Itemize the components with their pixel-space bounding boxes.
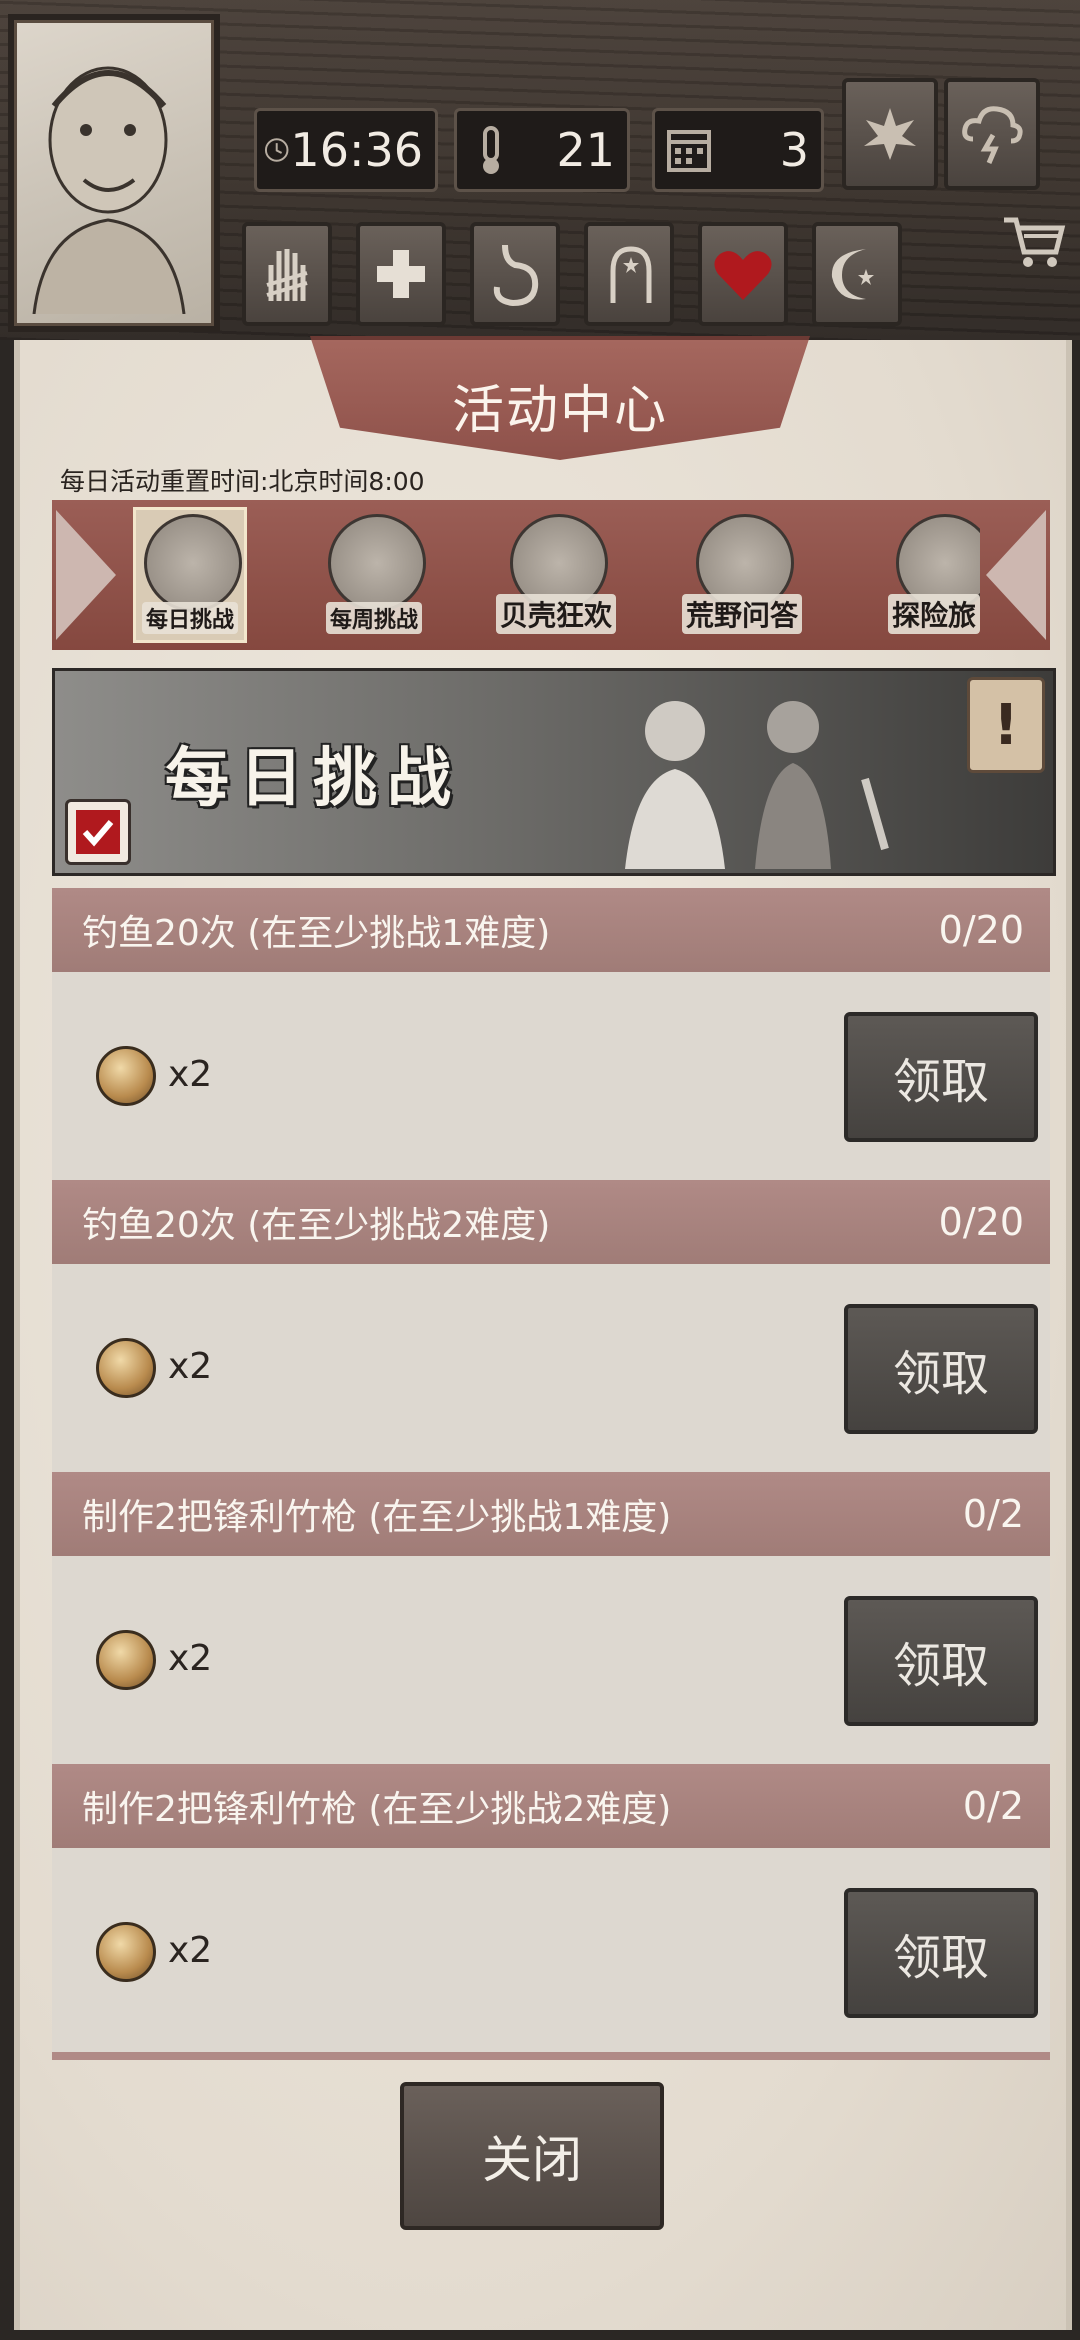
task-reward-row: x2 领取: [52, 1556, 1050, 1764]
calendar-icon: [667, 130, 711, 172]
coin-icon: [96, 1922, 156, 1982]
task-progress: 0/2: [962, 1784, 1024, 1828]
task-progress: 0/2: [962, 1492, 1024, 1536]
crossed-swords-trophy-icon: [328, 514, 426, 612]
daily-challenge-banner: 每日挑战 !: [52, 668, 1056, 876]
bandage-button[interactable]: [242, 222, 332, 326]
reward-count: x2: [168, 1930, 213, 1971]
coin-icon: [96, 1046, 156, 1106]
task-reward-row: x2 领取: [52, 972, 1050, 1180]
coin-icon: [96, 1338, 156, 1398]
list-divider: [52, 2052, 1050, 2060]
day-display: 3: [652, 108, 824, 192]
task-progress: 0/20: [938, 908, 1024, 952]
shopping-cart-icon: [1004, 217, 1066, 267]
tab-label: 贝壳狂欢: [496, 594, 617, 634]
thermometer-icon: [483, 126, 499, 174]
task-header: 钓鱼20次 (在至少挑战1难度) 0/20: [52, 888, 1050, 972]
claim-button[interactable]: 领取: [844, 1888, 1038, 2018]
clock-icon: [264, 138, 289, 162]
reward-count: x2: [168, 1638, 213, 1679]
tab-label: 荒野问答: [682, 594, 803, 634]
head-icon: [610, 246, 652, 303]
shop-button[interactable]: [1000, 206, 1070, 276]
time-value: 16:36: [290, 123, 423, 177]
claim-button[interactable]: 领取: [844, 1012, 1038, 1142]
task-reward-row: x2 领取: [52, 1848, 1050, 2056]
panel-title: 活动中心: [451, 381, 668, 441]
task-name: 制作2把锋利竹枪 (在至少挑战1难度): [82, 1497, 672, 1538]
task-header: 钓鱼20次 (在至少挑战2难度) 0/20: [52, 1180, 1050, 1264]
task-name: 钓鱼20次 (在至少挑战1难度): [82, 913, 551, 954]
task-header: 制作2把锋利竹枪 (在至少挑战2难度) 0/2: [52, 1764, 1050, 1848]
stomach-icon: [493, 244, 539, 307]
thunderstorm-icon: [962, 106, 1023, 164]
survivor-characters-illustration: [625, 701, 889, 869]
tab-wild-quiz[interactable]: 荒野问答: [682, 510, 803, 640]
hunger-button[interactable]: [470, 222, 560, 326]
tab-scroll-right-arrow[interactable]: [986, 510, 1046, 640]
close-button[interactable]: 关闭: [400, 2082, 664, 2230]
banner-title: 每日挑战: [165, 742, 461, 816]
temperature-value: 21: [556, 123, 615, 177]
time-display: 16:36: [254, 108, 438, 192]
heart-button[interactable]: [698, 222, 788, 326]
tab-label: 每日挑战: [141, 602, 238, 634]
top-hud: 16:36 21 3: [0, 0, 1080, 340]
leaf-icon: [864, 108, 916, 160]
moon-star-icon: [831, 249, 874, 300]
task-header: 制作2把锋利竹枪 (在至少挑战1难度) 0/2: [52, 1472, 1050, 1556]
event-tab-strip: 每日挑战 每周挑战 贝壳狂欢 荒野问答 探险旅: [52, 500, 1050, 650]
claim-button[interactable]: 领取: [844, 1304, 1038, 1434]
character-portrait[interactable]: [8, 14, 220, 332]
claim-button[interactable]: 领取: [844, 1596, 1038, 1726]
tab-shell-carnival[interactable]: 贝壳狂欢: [496, 510, 617, 640]
tab-label: 探险旅: [888, 594, 980, 634]
trophy-icon: [144, 514, 242, 612]
task-progress: 0/20: [938, 1200, 1024, 1244]
title-banner: 活动中心: [310, 336, 810, 460]
task-name: 制作2把锋利竹枪 (在至少挑战2难度): [82, 1789, 672, 1830]
reward-count: x2: [168, 1054, 213, 1095]
completion-checkbox[interactable]: [65, 799, 131, 865]
reset-time-info: 每日活动重置时间:北京时间8:00: [60, 467, 425, 496]
tab-label: 每周挑战: [325, 602, 422, 634]
temperature-display: 21: [454, 108, 630, 192]
sleep-button[interactable]: [812, 222, 902, 326]
coin-icon: [96, 1630, 156, 1690]
portrait-sketch: [32, 66, 186, 315]
activity-center-panel: 活动中心 每日活动重置时间:北京时间8:00 每日挑战 每周挑战 贝壳狂欢 荒野…: [14, 336, 1072, 2330]
tab-scroll-left-arrow[interactable]: [56, 510, 116, 640]
tab-weekly-challenge[interactable]: 每周挑战: [320, 510, 428, 640]
task-reward-row: x2 领取: [52, 1264, 1050, 1472]
checkmark-icon: [76, 810, 120, 854]
medical-cross-icon: [377, 250, 425, 298]
tab-adventure-trip[interactable]: 探险旅: [888, 510, 980, 640]
season-button[interactable]: [842, 78, 938, 190]
sanity-button[interactable]: [584, 222, 674, 326]
info-button[interactable]: !: [967, 677, 1045, 773]
heart-icon: [714, 251, 772, 300]
weather-button[interactable]: [944, 78, 1040, 190]
health-button[interactable]: [356, 222, 446, 326]
day-value: 3: [779, 123, 809, 177]
reward-count: x2: [168, 1346, 213, 1387]
task-name: 钓鱼20次 (在至少挑战2难度): [82, 1205, 551, 1246]
bandaged-hand-icon: [266, 249, 308, 301]
tab-daily-challenge[interactable]: 每日挑战: [133, 507, 247, 643]
